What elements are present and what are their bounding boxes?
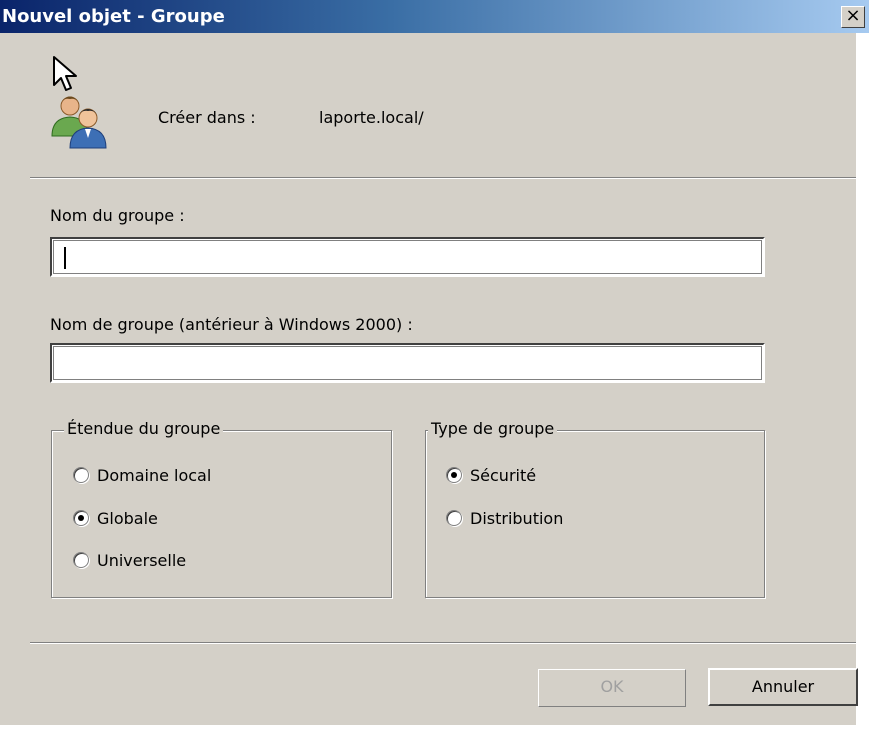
window-edge-right bbox=[856, 33, 869, 731]
radio-scope-domain-local[interactable]: Domaine local bbox=[73, 463, 211, 487]
group-name-input[interactable] bbox=[50, 237, 765, 277]
mouse-cursor-icon bbox=[53, 56, 77, 91]
close-icon: × bbox=[845, 5, 861, 26]
radio-label: Sécurité bbox=[470, 465, 537, 485]
group-scope-legend: Étendue du groupe bbox=[64, 419, 224, 438]
group-users-icon bbox=[51, 96, 107, 149]
close-button[interactable]: × bbox=[841, 6, 865, 28]
radio-label: Universelle bbox=[97, 550, 187, 570]
radio-type-distribution[interactable]: Distribution bbox=[446, 506, 563, 530]
radio-label: Domaine local bbox=[97, 465, 212, 485]
window-title: Nouvel objet - Groupe bbox=[2, 6, 225, 27]
radio-button-checked[interactable] bbox=[73, 510, 89, 526]
separator-bottom bbox=[30, 642, 856, 644]
radio-type-security[interactable]: Sécurité bbox=[446, 463, 536, 487]
radio-button[interactable] bbox=[73, 467, 89, 483]
separator-top bbox=[30, 177, 856, 179]
radio-button[interactable] bbox=[446, 510, 462, 526]
text-caret bbox=[64, 247, 66, 269]
group-name-pre2000-input[interactable] bbox=[50, 343, 765, 383]
radio-label: Distribution bbox=[470, 508, 564, 528]
group-name-label: Nom du groupe : bbox=[50, 206, 185, 225]
dialog-window: Nouvel objet - Groupe × Créer dans : lap… bbox=[0, 0, 869, 731]
group-type-legend: Type de groupe bbox=[428, 419, 558, 438]
radio-button-checked[interactable] bbox=[446, 467, 462, 483]
ok-button[interactable]: OK bbox=[538, 669, 686, 707]
window-edge-bottom bbox=[0, 725, 869, 731]
create-in-value: laporte.local/ bbox=[319, 108, 424, 127]
radio-scope-global[interactable]: Globale bbox=[73, 506, 158, 530]
title-bar[interactable]: Nouvel objet - Groupe × bbox=[0, 0, 869, 33]
cancel-button[interactable]: Annuler bbox=[708, 668, 858, 706]
create-in-label: Créer dans : bbox=[158, 108, 256, 127]
radio-scope-universal[interactable]: Universelle bbox=[73, 548, 186, 572]
group-name-pre2000-label: Nom de groupe (antérieur à Windows 2000)… bbox=[50, 315, 413, 334]
radio-label: Globale bbox=[97, 508, 158, 528]
radio-button[interactable] bbox=[73, 552, 89, 568]
